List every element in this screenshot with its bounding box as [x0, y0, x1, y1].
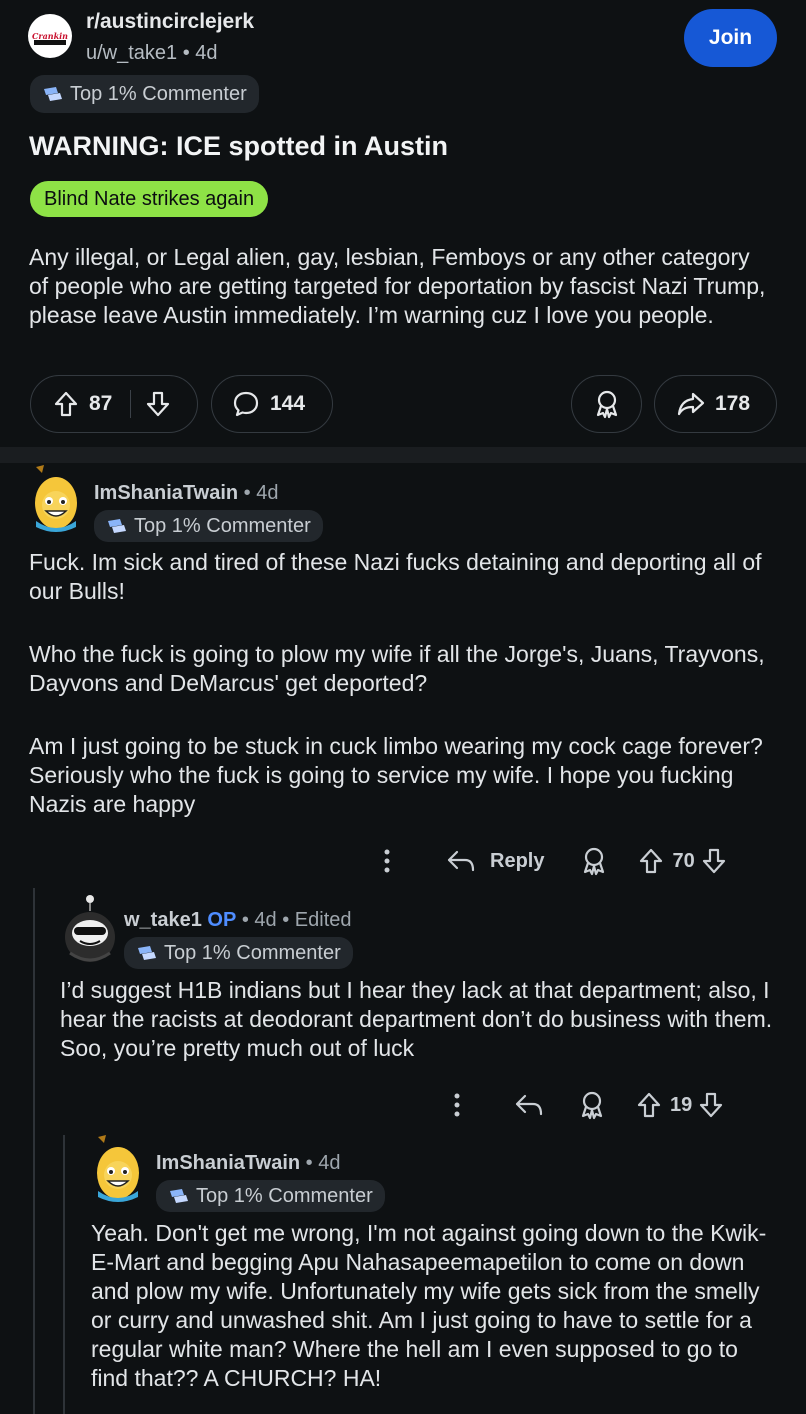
award-icon[interactable] — [580, 846, 608, 876]
upvote-icon[interactable] — [53, 390, 79, 418]
comment-meta: • 4d — [300, 1152, 341, 1174]
commenter-badge: Top 1% Commenter — [156, 1180, 385, 1212]
comment-username[interactable]: w_take1 — [124, 909, 202, 931]
comment-body: Fuck. Im sick and tired of these Nazi fu… — [29, 548, 774, 853]
award-icon — [596, 390, 617, 419]
section-divider — [0, 447, 806, 463]
share-arrow-icon — [677, 392, 705, 416]
badge-label: Top 1% Commenter — [164, 941, 341, 964]
subreddit-logo-band — [34, 40, 66, 45]
comments-button[interactable]: 144 — [211, 375, 333, 433]
comment-username[interactable]: ImShaniaTwain — [156, 1152, 300, 1174]
more-options-icon[interactable] — [450, 1091, 464, 1119]
comments-section: ImShaniaTwain • 4d Top 1% Commenter Fuck… — [0, 463, 806, 1414]
user-avatar-banana[interactable] — [88, 1135, 144, 1205]
op-tag: OP — [207, 909, 237, 931]
comment-badge-icon — [138, 946, 156, 960]
comment-actions: 19 — [450, 1088, 780, 1122]
comment-username[interactable]: ImShaniaTwain — [94, 482, 238, 504]
reply-icon[interactable] — [514, 1092, 544, 1118]
post-title[interactable]: WARNING: ICE spotted in Austin — [29, 131, 448, 162]
commenter-badge: Top 1% Commenter — [30, 75, 259, 113]
comment-body: Yeah. Don't get me wrong, I'm not agains… — [91, 1220, 767, 1391]
badge-label: Top 1% Commenter — [70, 82, 247, 105]
comment-badge-icon — [108, 519, 126, 533]
comment-author-line: w_take1 OP • 4d • Edited — [124, 909, 352, 932]
downvote-icon[interactable] — [145, 390, 171, 418]
downvote-icon[interactable] — [698, 1091, 724, 1119]
reply-button[interactable]: Reply — [490, 850, 544, 873]
user-avatar-snoo[interactable] — [60, 891, 116, 965]
commenter-badge: Top 1% Commenter — [124, 937, 353, 969]
thread-line[interactable] — [33, 888, 35, 1414]
comment-paragraph: Am I just going to be stuck in cuck limb… — [29, 733, 763, 817]
post-flair[interactable]: Blind Nate strikes again — [30, 181, 269, 217]
join-button[interactable]: Join — [684, 9, 777, 67]
comment-vote-count: 19 — [670, 1093, 693, 1116]
comment-badge-icon — [44, 87, 62, 101]
share-button[interactable]: 178 — [654, 375, 777, 433]
more-options-icon[interactable] — [380, 847, 394, 875]
badge-label: Top 1% Commenter — [134, 514, 311, 537]
thread-line[interactable] — [63, 1135, 65, 1414]
downvote-icon[interactable] — [701, 847, 727, 875]
share-count: 178 — [715, 392, 751, 415]
post-vote-count: 87 — [89, 392, 113, 415]
comment-actions: Reply 70 — [380, 844, 780, 878]
comment-author-line: ImShaniaTwain • 4d — [94, 482, 278, 505]
vote-control: 87 — [30, 375, 198, 433]
subreddit-name[interactable]: r/austincirclejerk — [86, 10, 254, 34]
comment-author-line: ImShaniaTwain • 4d — [156, 1152, 340, 1175]
subreddit-avatar[interactable]: Crankin — [28, 14, 72, 58]
post-card: Crankin r/austincirclejerk u/w_take1 • 4… — [0, 0, 806, 447]
post-body: Any illegal, or Legal alien, gay, lesbia… — [29, 244, 766, 328]
comment-body: I’d suggest H1B indians but I hear they … — [60, 977, 773, 1061]
post-meta: u/w_take1 • 4d — [86, 42, 218, 64]
commenter-badge: Top 1% Commenter — [94, 510, 323, 542]
comment-vote-count: 70 — [672, 849, 695, 872]
comment-badge-icon — [170, 1189, 188, 1203]
reply-icon[interactable] — [446, 848, 476, 874]
upvote-icon[interactable] — [638, 847, 664, 875]
comment-paragraph: Fuck. Im sick and tired of these Nazi fu… — [29, 549, 762, 604]
comment-paragraph: Who the fuck is going to plow my wife if… — [29, 641, 765, 696]
user-avatar-banana[interactable] — [26, 465, 82, 535]
upvote-icon[interactable] — [636, 1091, 662, 1119]
comment-meta: • 4d • Edited — [236, 909, 352, 931]
post-age: 4d — [195, 42, 218, 64]
comment-count: 144 — [270, 392, 306, 415]
award-icon[interactable] — [578, 1090, 606, 1120]
comment-bubble-icon — [233, 391, 259, 417]
vote-separator — [130, 390, 132, 418]
post-author[interactable]: u/w_take1 — [86, 42, 177, 64]
award-button[interactable] — [571, 375, 642, 433]
comment-meta: • 4d — [238, 482, 279, 504]
badge-label: Top 1% Commenter — [196, 1184, 373, 1207]
